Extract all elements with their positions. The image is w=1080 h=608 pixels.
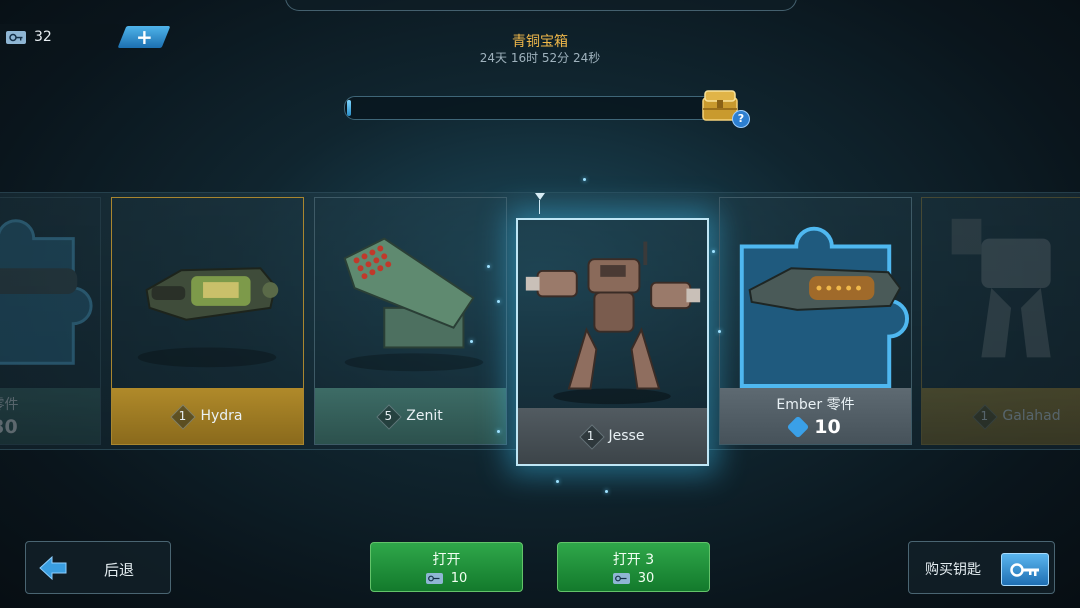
reward-card-left-partial: 零件 30	[0, 197, 101, 445]
key-icon	[425, 572, 443, 584]
card-name: Galahad	[1002, 408, 1061, 424]
hydra-weapon-icon	[137, 267, 279, 368]
open-3-button-label: 打开 3	[612, 551, 655, 568]
sparkle	[556, 480, 559, 483]
open-3-cost: 30	[612, 570, 655, 586]
reward-card-jesse[interactable]: 1 Jesse	[516, 218, 709, 466]
back-button-label: 后退	[104, 561, 135, 579]
back-arrow-icon	[39, 555, 67, 581]
buy-keys-label: 购买钥匙	[925, 562, 981, 578]
sparkle	[497, 300, 500, 303]
chest-progress-bar	[344, 96, 714, 120]
help-icon[interactable]: ?	[732, 110, 750, 128]
key-icon	[612, 572, 630, 584]
zenit-weapon-icon	[343, 237, 484, 372]
card-parts-count: 30	[0, 416, 18, 438]
card-label-bar: Ember 零件 10	[720, 388, 911, 444]
card-name: Zenit	[406, 408, 443, 424]
sparkle	[712, 250, 715, 253]
reward-card-galahad: 1 Galahad	[921, 197, 1080, 445]
open-button[interactable]: 打开 10	[370, 542, 523, 592]
card-parts-count: 10	[814, 416, 841, 438]
card-name: Jesse	[608, 428, 645, 444]
add-keys-button[interactable]: +	[117, 25, 171, 49]
sparkle	[718, 330, 721, 333]
selection-pointer-icon	[535, 193, 545, 200]
key-icon	[1001, 553, 1049, 586]
puzzle-piece-icon	[0, 219, 93, 365]
jesse-robot-icon	[525, 241, 701, 405]
ember-puzzle-icon	[739, 226, 910, 389]
sparkle	[605, 490, 608, 493]
card-name: 零件	[0, 397, 19, 413]
card-parts-row: 10	[786, 415, 841, 439]
card-label-bar: 1 Hydra	[112, 388, 303, 444]
card-name: Hydra	[200, 408, 243, 424]
card-label-bar: 零件 30	[0, 388, 100, 444]
open-3-cost-value: 30	[637, 570, 655, 586]
level-badge: 1	[172, 406, 192, 426]
sparkle	[583, 178, 586, 181]
reward-card-hydra[interactable]: 1 Hydra	[111, 197, 304, 445]
card-label-bar: 1 Galahad	[922, 388, 1080, 444]
buy-keys-button[interactable]: 购买钥匙	[908, 541, 1055, 594]
open-cost-value: 10	[450, 570, 468, 586]
reward-card-ember[interactable]: Ember 零件 10	[719, 197, 912, 445]
galahad-robot-icon	[951, 218, 1051, 358]
sparkle	[497, 430, 500, 433]
reward-card-zenit[interactable]: 5 Zenit	[314, 197, 507, 445]
selection-pointer-line	[539, 200, 540, 214]
level-badge: 1	[581, 426, 601, 446]
keys-count: 32	[34, 29, 52, 45]
card-label-bar: 1 Jesse	[518, 408, 707, 464]
card-name: Ember 零件	[776, 397, 855, 413]
level-badge: 1	[974, 406, 994, 426]
sparkle	[487, 265, 490, 268]
puzzle-piece-icon	[786, 415, 810, 439]
back-button[interactable]: 后退	[25, 541, 171, 594]
chest-timer: 24天 16时 52分 24秒	[479, 51, 601, 65]
key-icon	[6, 31, 26, 44]
chest-progress-fill	[347, 100, 351, 116]
open-3-button[interactable]: 打开 3 30	[557, 542, 710, 592]
top-frame	[285, 0, 797, 11]
chest-title: 青铜宝箱	[512, 34, 568, 50]
plus-icon: +	[135, 25, 153, 49]
open-cost: 10	[425, 570, 468, 586]
card-label-bar: 5 Zenit	[315, 388, 506, 444]
level-badge: 5	[378, 406, 398, 426]
sparkle	[470, 340, 473, 343]
open-button-label: 打开	[432, 551, 461, 568]
